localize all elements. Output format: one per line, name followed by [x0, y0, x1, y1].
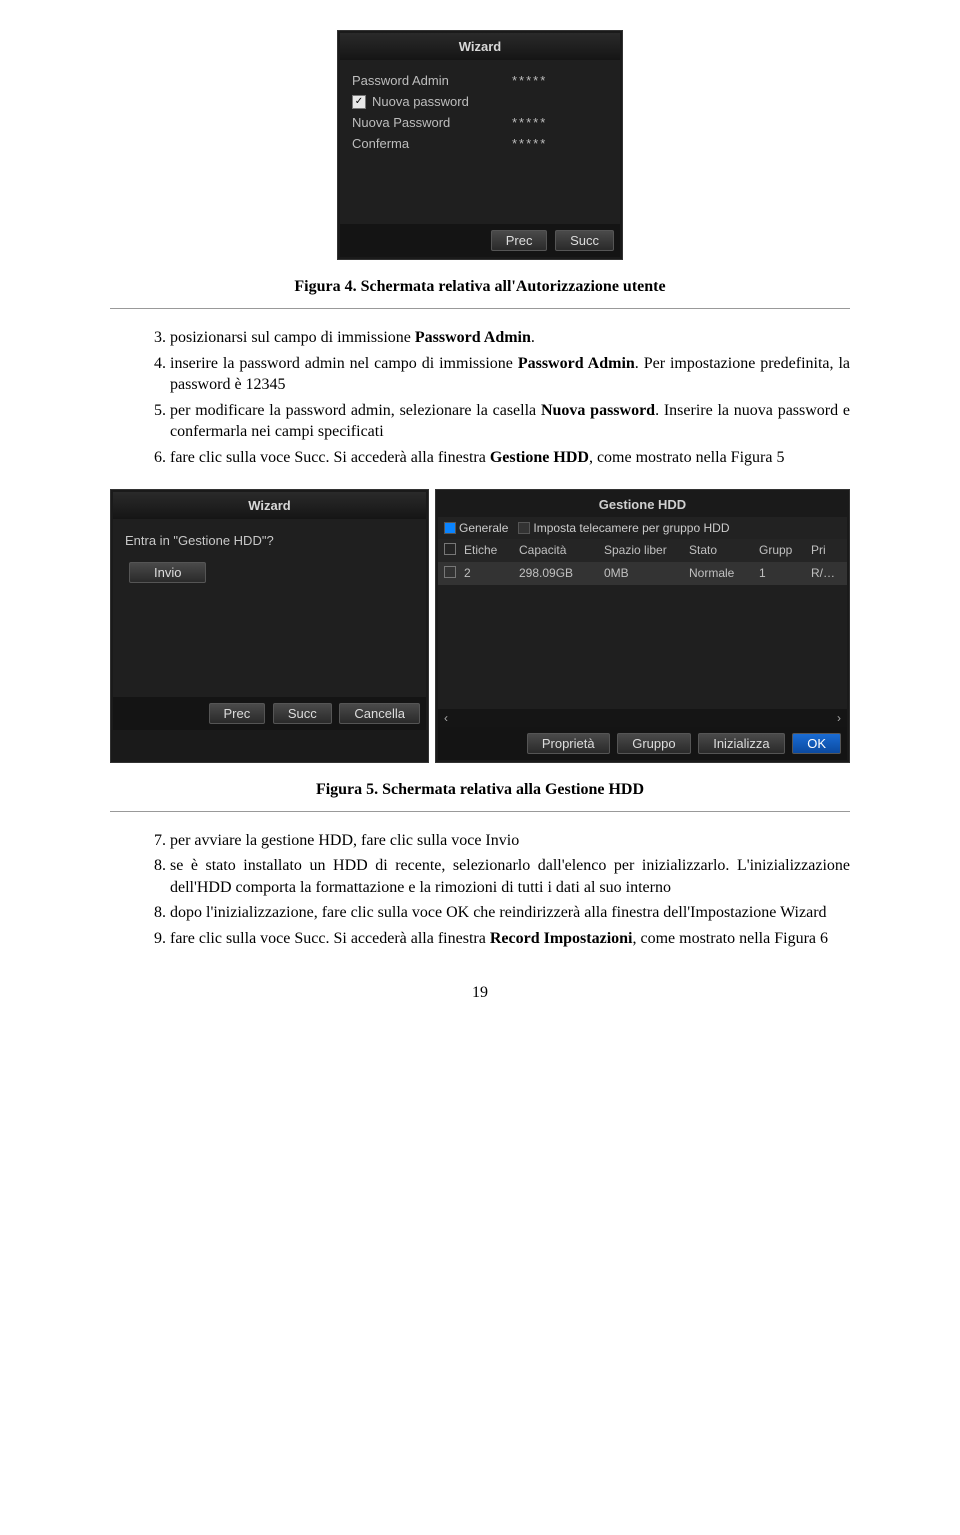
figure4-caption: Figura 4. Schermata relativa all'Autoriz…	[110, 278, 850, 296]
hdd-col-capacita: Capacità	[519, 543, 604, 558]
wizard-hdd-title: Wizard	[113, 492, 426, 519]
wizard-hdd-confirm-window: Wizard Entra in "Gestione HDD"? Invio Pr…	[110, 489, 429, 763]
table-row[interactable]: 2 298.09GB 0MB Normale 1 R/…	[438, 562, 847, 585]
scroll-right-icon[interactable]: ›	[837, 711, 841, 725]
wizard-title: Wizard	[340, 33, 620, 60]
hdd-col-gruppo: Grupp	[759, 543, 811, 558]
hdd-table: Etiche Capacità Spazio liber Stato Grupp…	[438, 539, 847, 709]
scroll-left-icon[interactable]: ‹	[444, 711, 448, 725]
invio-button[interactable]: Invio	[129, 562, 206, 583]
initialize-button[interactable]: Inizializza	[698, 733, 784, 754]
step-7: per avviare la gestione HDD, fare clic s…	[170, 830, 850, 852]
group-button[interactable]: Gruppo	[617, 733, 690, 754]
hdd-title: Gestione HDD	[438, 492, 847, 517]
label-new-password-chk: Nuova password	[372, 94, 514, 109]
hdd-question: Entra in "Gestione HDD"?	[125, 533, 414, 548]
value-new-password[interactable]: *****	[512, 115, 547, 130]
hdd-col-spazio: Spazio liber	[604, 543, 689, 558]
hdd-col-etiche: Etiche	[464, 543, 519, 558]
next-button-2[interactable]: Succ	[273, 703, 332, 724]
label-password-admin: Password Admin	[352, 73, 512, 88]
step-6: fare clic sulla voce Succ. Si accederà a…	[170, 447, 850, 469]
label-confirm: Conferma	[352, 136, 512, 151]
tab-cameras[interactable]: Imposta telecamere per gruppo HDD	[533, 521, 729, 535]
label-new-password: Nuova Password	[352, 115, 512, 130]
step-8: se è stato installato un HDD di recente,…	[170, 855, 850, 898]
cancel-button[interactable]: Cancella	[339, 703, 420, 724]
steps-list-b: per avviare la gestione HDD, fare clic s…	[110, 830, 850, 950]
properties-button[interactable]: Proprietà	[527, 733, 610, 754]
separator-2	[110, 811, 850, 812]
value-confirm[interactable]: *****	[512, 136, 547, 151]
steps-list-a: posizionarsi sul campo di immissione Pas…	[110, 327, 850, 469]
ok-button[interactable]: OK	[792, 733, 841, 754]
step-9: fare clic sulla voce Succ. Si accederà a…	[170, 928, 850, 950]
wizard-auth-window: Wizard Password Admin ***** ✓ Nuova pass…	[337, 30, 623, 260]
next-button[interactable]: Succ	[555, 230, 614, 251]
figure5-caption: Figura 5. Schermata relativa alla Gestio…	[110, 781, 850, 799]
value-password-admin[interactable]: *****	[512, 73, 547, 88]
step-4: inserire la password admin nel campo di …	[170, 353, 850, 396]
hdd-col-check	[444, 543, 464, 558]
step-3: posizionarsi sul campo di immissione Pas…	[170, 327, 850, 349]
separator	[110, 308, 850, 309]
step-5: per modificare la password admin, selezi…	[170, 400, 850, 443]
tab-cameras-icon[interactable]	[518, 522, 530, 534]
wizard-body: Password Admin ***** ✓ Nuova password Nu…	[340, 60, 620, 224]
step-8b: dopo l'inizializzazione, fare clic sulla…	[170, 902, 850, 924]
row-checkbox[interactable]	[444, 566, 456, 578]
tab-general-icon[interactable]	[444, 522, 456, 534]
prev-button[interactable]: Prec	[491, 230, 548, 251]
checkbox-new-password[interactable]: ✓	[352, 95, 366, 109]
tab-general[interactable]: Generale	[459, 521, 508, 535]
hdd-col-stato: Stato	[689, 543, 759, 558]
hdd-management-window: Gestione HDD Generale Imposta telecamere…	[435, 489, 850, 763]
page-number: 19	[110, 984, 850, 1002]
prev-button-2[interactable]: Prec	[209, 703, 266, 724]
hdd-col-pri: Pri	[811, 543, 841, 558]
